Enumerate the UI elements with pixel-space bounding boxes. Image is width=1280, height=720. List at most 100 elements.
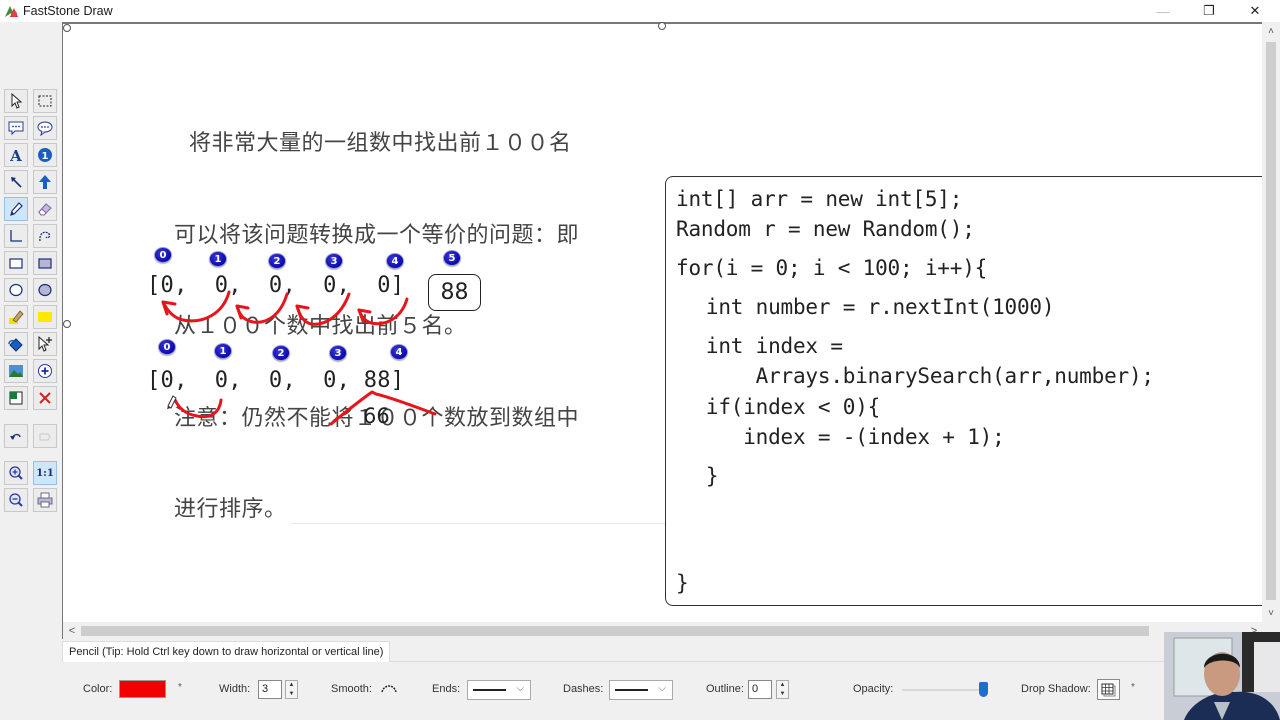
canvas-color-icon [9, 391, 23, 405]
insert-image-tool[interactable] [4, 359, 28, 383]
top-array-text: [0, 0, 0, 0, 0] [147, 273, 405, 298]
spin-down-icon[interactable]: ▼ [286, 690, 297, 699]
zoom-in-icon [9, 466, 23, 480]
ellipse-outline-icon [9, 283, 23, 297]
grid-shadow-icon [1101, 683, 1116, 696]
spin-up-icon[interactable]: ▲ [777, 681, 788, 690]
rectangle-outline-icon [9, 258, 23, 269]
chevron-down-icon: ⌵ [516, 683, 524, 694]
tool-options-tabstrip: Pencil (Tip: Hold Ctrl key down to draw … [62, 641, 1280, 662]
restore-button[interactable]: ❐ [1186, 0, 1232, 22]
scroll-down-arrow-icon[interactable]: ˅ [1262, 604, 1280, 622]
yellow-rect-icon [38, 312, 52, 322]
left-toolbar: A 1 1:1 [0, 22, 62, 640]
select-pointer-tool[interactable] [4, 89, 28, 113]
line-tool[interactable] [4, 224, 28, 248]
redo-icon [39, 433, 51, 441]
block-arrow-tool[interactable] [33, 170, 57, 194]
callout-oval-tool[interactable] [33, 116, 57, 140]
pencil-icon [10, 202, 23, 216]
fill-bucket-tool[interactable] [4, 332, 28, 356]
resize-handle-top-middle[interactable] [658, 22, 666, 30]
index-badge: 3 [325, 253, 343, 269]
color-more-button[interactable]: * [178, 682, 182, 693]
scroll-left-arrow-icon[interactable]: < [63, 622, 81, 639]
smooth-curve-icon[interactable] [380, 682, 398, 694]
tool-tip-tab[interactable]: Pencil (Tip: Hold Ctrl key down to draw … [62, 641, 391, 662]
text-a-icon: A [9, 147, 22, 164]
tool-properties-panel: Color: * Width: 3 ▲ ▼ Smooth: Ends: ⌵ Das… [62, 662, 1162, 720]
resize-handle-middle-left[interactable] [63, 320, 71, 328]
outline-spinner[interactable]: ▲ ▼ [776, 680, 789, 699]
faststone-app-icon [5, 6, 18, 17]
eraser-tool[interactable] [33, 197, 57, 221]
vertical-scrollbar[interactable]: ˄ ˅ [1262, 22, 1280, 622]
opacity-slider-thumb[interactable] [979, 682, 988, 697]
callout-rect-tool[interactable] [4, 116, 28, 140]
ellipse-tool[interactable] [4, 278, 28, 302]
width-spinner[interactable]: ▲ ▼ [285, 680, 298, 699]
numbered-step-tool[interactable]: 1 [33, 143, 57, 167]
index-badge: 4 [390, 344, 408, 360]
color-swatch-button[interactable] [119, 680, 166, 698]
vertical-scroll-thumb[interactable] [1266, 42, 1276, 600]
print-button[interactable] [33, 488, 57, 512]
text-tool[interactable]: A [4, 143, 28, 167]
drop-shadow-button[interactable] [1097, 679, 1120, 700]
actual-size-button[interactable]: 1:1 [33, 461, 57, 485]
description-line: 进行排序。 [174, 497, 287, 522]
opacity-slider-track[interactable] [902, 689, 982, 691]
window-title: FastStone Draw [23, 4, 113, 18]
opacity-label: Opacity: [853, 683, 894, 695]
filled-rectangle-tool[interactable] [33, 251, 57, 275]
undo-button[interactable] [4, 424, 28, 448]
add-select-tool[interactable] [33, 332, 57, 356]
minimize-button[interactable]: — [1140, 0, 1186, 22]
close-button[interactable]: ✕ [1232, 0, 1278, 22]
ends-label: Ends: [432, 683, 461, 695]
index-badge: 2 [272, 345, 290, 361]
drop-shadow-more-button[interactable]: * [1131, 682, 1135, 693]
line-style-preview [473, 689, 506, 691]
code-text-box[interactable]: int[] arr = new int[5]; Random r = new R… [665, 176, 1265, 606]
image-icon [9, 365, 23, 377]
highlighter-tool[interactable] [4, 305, 28, 329]
redo-button[interactable] [33, 424, 57, 448]
spin-up-icon[interactable]: ▲ [286, 681, 297, 690]
highlight-rect-tool[interactable] [33, 305, 57, 329]
canvas-color-tool[interactable] [4, 386, 28, 410]
ends-dropdown[interactable]: ⌵ [467, 680, 531, 700]
rectangle-select-tool[interactable] [33, 89, 57, 113]
dashes-dropdown[interactable]: ⌵ [609, 680, 673, 700]
paint-bucket-icon [8, 338, 23, 352]
rectangle-tool[interactable] [4, 251, 28, 275]
curve-tool[interactable] [33, 224, 57, 248]
zoom-in-button[interactable] [4, 461, 28, 485]
rectangle-filled-icon [38, 258, 52, 269]
outline-input[interactable]: 0 [748, 680, 772, 699]
red-x-icon [39, 392, 51, 404]
code-line: int number = r.nextInt(1000) [681, 295, 1055, 319]
spin-down-icon[interactable]: ▼ [777, 690, 788, 699]
scroll-up-arrow-icon[interactable]: ˄ [1262, 22, 1280, 40]
index-badge: 3 [329, 345, 347, 361]
outline-label: Outline: [706, 683, 744, 695]
color-label: Color: [83, 683, 113, 695]
drawing-canvas[interactable]: 将非常大量的一组数中找出前１００名 可以将该问题转换成一个等价的问题：即 从１０… [62, 22, 1265, 622]
pencil-tool[interactable] [4, 197, 28, 221]
add-object-tool[interactable] [33, 359, 57, 383]
horizontal-scrollbar[interactable]: < > [62, 622, 1262, 639]
drop-shadow-label: Drop Shadow: [1021, 683, 1091, 695]
filled-ellipse-tool[interactable] [33, 278, 57, 302]
zoom-out-button[interactable] [4, 488, 28, 512]
index-badge: 1 [214, 343, 232, 359]
horizontal-scroll-thumb[interactable] [81, 626, 1149, 636]
delete-tool[interactable] [33, 386, 57, 410]
width-input[interactable]: 3 [258, 680, 282, 699]
undo-icon [10, 433, 21, 440]
resize-handle-top-left[interactable] [63, 24, 71, 32]
arrow-tool[interactable] [4, 170, 28, 194]
pointer-plus-icon [38, 335, 52, 352]
printer-icon [37, 492, 53, 508]
code-line: int index = [681, 334, 843, 358]
